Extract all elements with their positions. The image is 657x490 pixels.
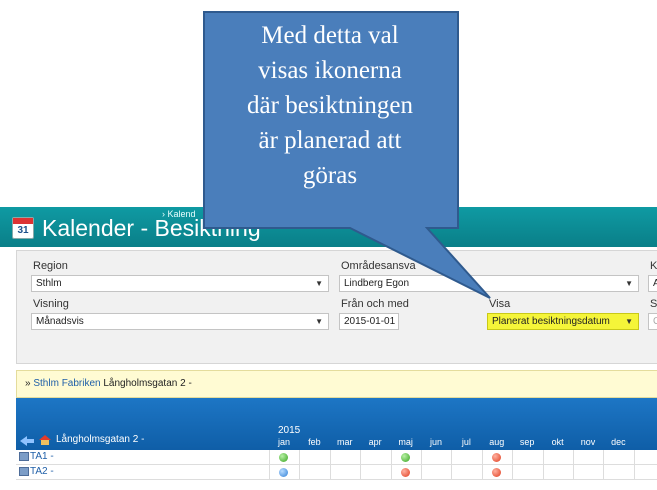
callout-line: Med detta val [261, 22, 399, 49]
callout-line: är planerad att [258, 127, 402, 154]
callout-line: där besiktningen [247, 92, 413, 119]
callout-text: Med detta val visas ikonerna där besiktn… [206, 18, 454, 193]
callout-line: visas ikonerna [258, 57, 402, 84]
callout-line: göras [302, 162, 358, 189]
